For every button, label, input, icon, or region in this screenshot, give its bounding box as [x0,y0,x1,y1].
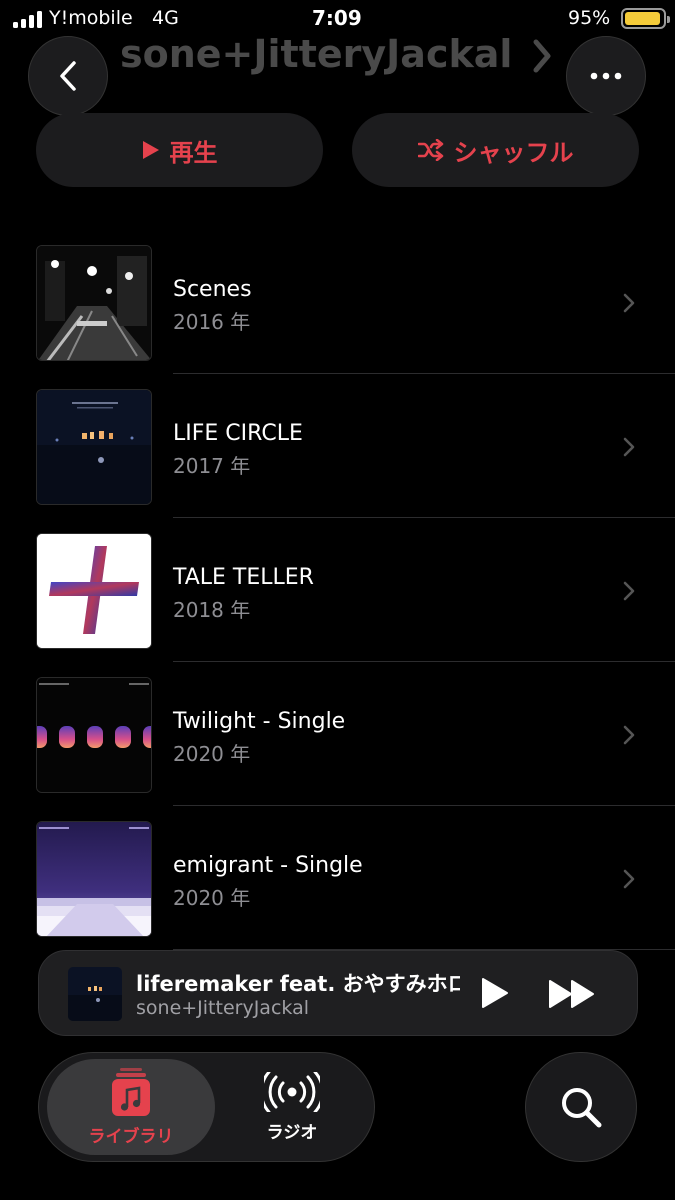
shuffle-label: シャッフル [453,138,574,167]
album-row-emigrant[interactable]: emigrant - Single 2020 年 [0,821,675,965]
battery-percent: 95% [568,7,611,29]
clock: 7:09 [312,6,362,30]
row-divider [173,373,675,374]
tab-bar: ライブラリ ラジオ [38,1052,375,1162]
album-row-life-circle[interactable]: LIFE CIRCLE 2017 年 [0,389,675,533]
chevron-right-icon [623,725,635,745]
carrier-name: Y!mobile [49,7,133,29]
back-button[interactable] [28,36,108,116]
album-title: TALE TELLER [173,565,314,590]
album-year: 2017 年 [173,454,251,478]
chevron-right-icon [623,581,635,601]
album-artwork [36,677,152,793]
album-artwork [36,821,152,937]
album-year: 2018 年 [173,598,251,622]
search-button[interactable] [525,1052,637,1162]
fast-forward-icon[interactable] [548,979,596,1009]
now-playing-artist: sone+JitteryJackal [136,997,309,1019]
album-row-tale-teller[interactable]: TALE TELLER 2018 年 [0,533,675,677]
radio-broadcast-icon [264,1071,320,1112]
album-artwork [36,533,152,649]
shuffle-icon [417,139,443,161]
play-button[interactable]: 再生 [36,113,323,187]
tab-library[interactable]: ライブラリ [47,1059,215,1155]
ellipsis-icon [590,72,622,80]
album-artwork [36,389,152,505]
album-year: 2020 年 [173,886,251,910]
title-chevron-icon[interactable] [531,38,553,74]
tab-library-label: ライブラリ [88,1126,174,1147]
album-row-scenes[interactable]: Scenes 2016 年 [0,245,675,389]
chevron-right-icon [623,437,635,457]
now-playing-artwork [68,967,122,1021]
row-divider [173,805,675,806]
album-title: LIFE CIRCLE [173,421,303,446]
album-title: Scenes [173,277,252,302]
page-title: sone+JitteryJackal [120,32,513,76]
play-icon [142,141,159,159]
signal-icon [13,10,43,28]
album-artwork [36,245,152,361]
tab-radio[interactable]: ラジオ [217,1059,367,1155]
album-row-twilight[interactable]: Twilight - Single 2020 年 [0,677,675,821]
battery-icon [621,8,670,29]
now-playing-title: liferemaker feat. おやすみホロ [136,972,460,996]
chevron-right-icon [623,869,635,889]
network-type: 4G [152,7,179,29]
play-icon[interactable] [480,977,510,1009]
play-label: 再生 [169,138,218,167]
row-divider [173,661,675,662]
row-divider [173,517,675,518]
search-icon [562,1088,602,1128]
album-title: Twilight - Single [173,709,346,734]
music-library-icon [112,1067,150,1116]
album-title: emigrant - Single [173,853,363,878]
tab-radio-label: ラジオ [266,1122,318,1143]
album-year: 2020 年 [173,742,251,766]
mini-player[interactable]: liferemaker feat. おやすみホロ sone+JitteryJac… [38,950,638,1036]
chevron-right-icon [623,293,635,313]
shuffle-button[interactable]: シャッフル [352,113,639,187]
album-year: 2016 年 [173,310,251,334]
chevron-left-icon [60,61,76,91]
more-button[interactable] [566,36,646,116]
